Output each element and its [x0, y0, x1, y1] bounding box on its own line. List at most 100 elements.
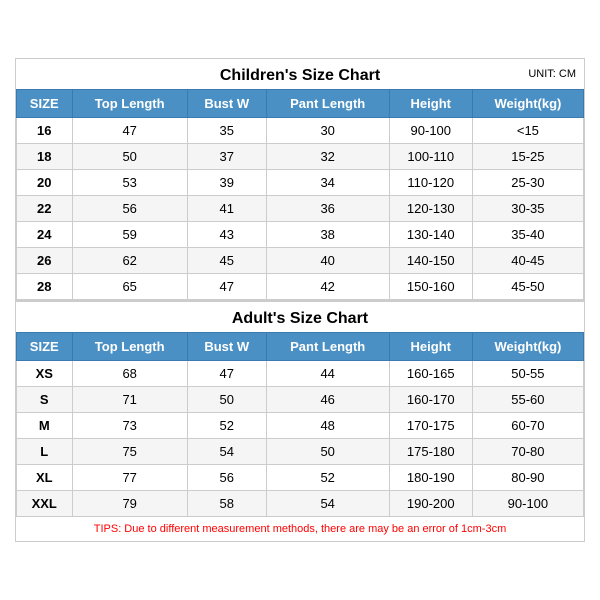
table-cell: 25-30: [472, 170, 583, 196]
table-cell: 37: [187, 144, 266, 170]
table-cell: 28: [17, 274, 73, 300]
table-cell: 50: [72, 144, 187, 170]
table-cell: 130-140: [389, 222, 472, 248]
table-cell: 62: [72, 248, 187, 274]
table-row: S715046160-17055-60: [17, 387, 584, 413]
table-row: 26624540140-15040-45: [17, 248, 584, 274]
table-cell: 58: [187, 491, 266, 517]
size-chart-container: Children's Size Chart UNIT: CM SIZE Top …: [15, 58, 585, 542]
table-cell: XS: [17, 361, 73, 387]
tips-text: TIPS: Due to different measurement metho…: [16, 517, 584, 541]
table-row: 22564136120-13030-35: [17, 196, 584, 222]
table-cell: 100-110: [389, 144, 472, 170]
col-header-size: SIZE: [17, 90, 73, 118]
table-cell: 39: [187, 170, 266, 196]
col-header-top-length: Top Length: [72, 90, 187, 118]
table-cell: 54: [187, 439, 266, 465]
table-cell: 30: [266, 118, 389, 144]
table-row: 28654742150-16045-50: [17, 274, 584, 300]
table-cell: 160-165: [389, 361, 472, 387]
table-cell: 180-190: [389, 465, 472, 491]
adult-section-title: Adult's Size Chart: [16, 300, 584, 332]
table-cell: 53: [72, 170, 187, 196]
adult-col-header-weight: Weight(kg): [472, 333, 583, 361]
table-cell: 54: [266, 491, 389, 517]
table-cell: 22: [17, 196, 73, 222]
adult-col-header-size: SIZE: [17, 333, 73, 361]
children-header-row: SIZE Top Length Bust W Pant Length Heigh…: [17, 90, 584, 118]
table-cell: 52: [187, 413, 266, 439]
table-cell: 56: [72, 196, 187, 222]
children-section-title: Children's Size Chart UNIT: CM: [16, 59, 584, 89]
table-cell: 80-90: [472, 465, 583, 491]
table-cell: 40: [266, 248, 389, 274]
table-cell: XL: [17, 465, 73, 491]
adult-col-header-bust-w: Bust W: [187, 333, 266, 361]
table-cell: 70-80: [472, 439, 583, 465]
table-cell: 26: [17, 248, 73, 274]
table-cell: 35-40: [472, 222, 583, 248]
table-cell: 90-100: [389, 118, 472, 144]
table-cell: 190-200: [389, 491, 472, 517]
table-row: M735248170-17560-70: [17, 413, 584, 439]
table-cell: 170-175: [389, 413, 472, 439]
table-cell: <15: [472, 118, 583, 144]
table-cell: 45-50: [472, 274, 583, 300]
table-cell: L: [17, 439, 73, 465]
table-cell: 38: [266, 222, 389, 248]
adult-header-row: SIZE Top Length Bust W Pant Length Heigh…: [17, 333, 584, 361]
table-cell: 45: [187, 248, 266, 274]
col-header-height: Height: [389, 90, 472, 118]
table-cell: 47: [187, 361, 266, 387]
table-cell: 24: [17, 222, 73, 248]
table-cell: 77: [72, 465, 187, 491]
table-cell: 34: [266, 170, 389, 196]
table-cell: 50: [187, 387, 266, 413]
table-cell: 47: [72, 118, 187, 144]
table-row: XXL795854190-20090-100: [17, 491, 584, 517]
adult-table: SIZE Top Length Bust W Pant Length Heigh…: [16, 332, 584, 517]
table-row: XL775652180-19080-90: [17, 465, 584, 491]
children-table: SIZE Top Length Bust W Pant Length Heigh…: [16, 89, 584, 300]
table-row: 24594338130-14035-40: [17, 222, 584, 248]
table-cell: 79: [72, 491, 187, 517]
table-row: 18503732100-11015-25: [17, 144, 584, 170]
children-table-body: 1647353090-100<1518503732100-11015-25205…: [17, 118, 584, 300]
children-title-text: Children's Size Chart: [220, 67, 380, 84]
adult-col-header-top-length: Top Length: [72, 333, 187, 361]
adult-col-header-pant-length: Pant Length: [266, 333, 389, 361]
table-cell: 46: [266, 387, 389, 413]
table-cell: 18: [17, 144, 73, 170]
table-cell: 73: [72, 413, 187, 439]
table-cell: 140-150: [389, 248, 472, 274]
table-cell: 44: [266, 361, 389, 387]
col-header-bust-w: Bust W: [187, 90, 266, 118]
adult-title-text: Adult's Size Chart: [232, 310, 368, 327]
table-cell: 120-130: [389, 196, 472, 222]
table-cell: 150-160: [389, 274, 472, 300]
table-cell: XXL: [17, 491, 73, 517]
adult-table-body: XS684744160-16550-55S715046160-17055-60M…: [17, 361, 584, 517]
table-cell: 36: [266, 196, 389, 222]
table-row: 1647353090-100<15: [17, 118, 584, 144]
adult-col-header-height: Height: [389, 333, 472, 361]
table-cell: M: [17, 413, 73, 439]
table-cell: 42: [266, 274, 389, 300]
table-cell: 71: [72, 387, 187, 413]
table-cell: 41: [187, 196, 266, 222]
unit-label: UNIT: CM: [528, 68, 576, 80]
table-cell: 40-45: [472, 248, 583, 274]
table-cell: 48: [266, 413, 389, 439]
table-cell: 56: [187, 465, 266, 491]
table-cell: S: [17, 387, 73, 413]
table-cell: 59: [72, 222, 187, 248]
table-cell: 160-170: [389, 387, 472, 413]
col-header-weight: Weight(kg): [472, 90, 583, 118]
table-cell: 52: [266, 465, 389, 491]
table-row: XS684744160-16550-55: [17, 361, 584, 387]
table-cell: 35: [187, 118, 266, 144]
col-header-pant-length: Pant Length: [266, 90, 389, 118]
table-cell: 55-60: [472, 387, 583, 413]
table-cell: 90-100: [472, 491, 583, 517]
table-cell: 16: [17, 118, 73, 144]
